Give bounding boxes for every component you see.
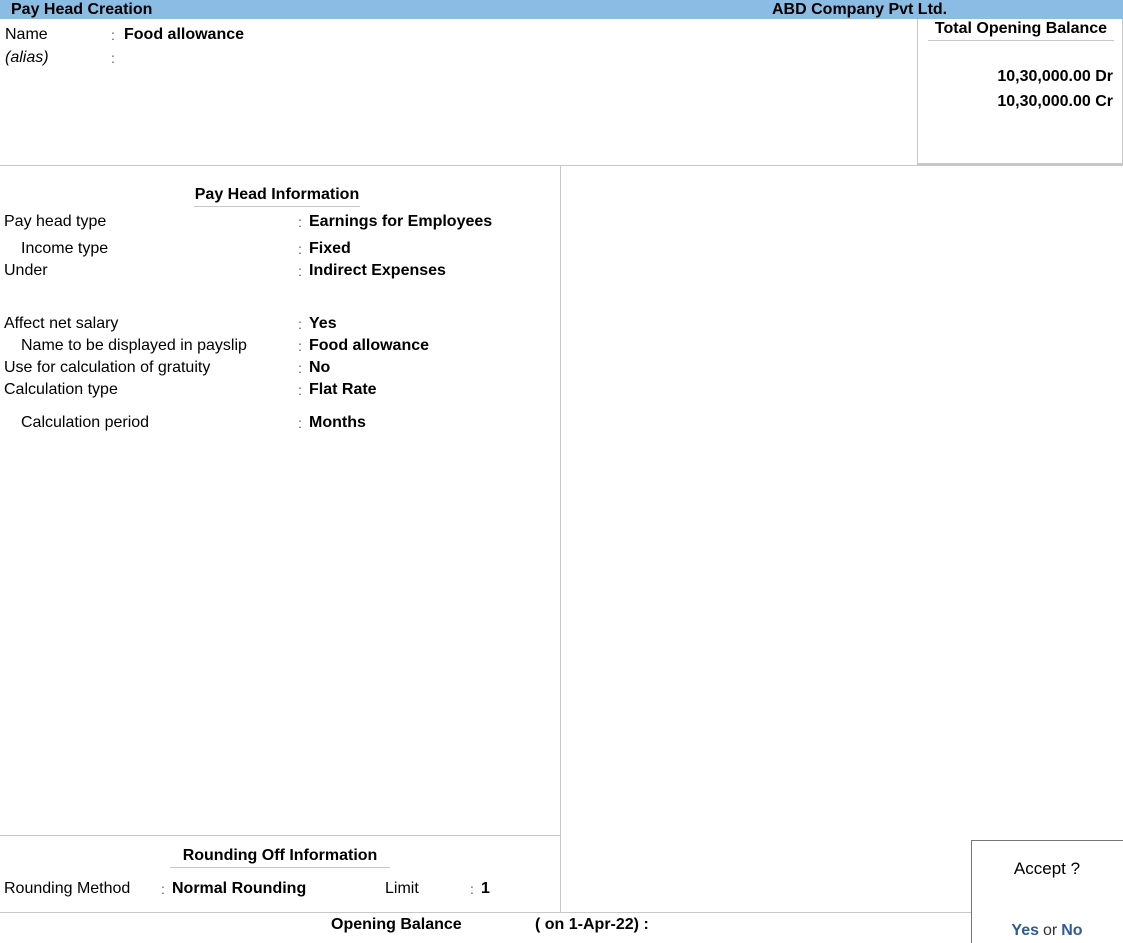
screen-title: Pay Head Creation [11, 1, 153, 18]
income-type-value[interactable]: Fixed [309, 240, 351, 258]
opening-balance-date: ( on 1-Apr-22) : [535, 916, 649, 933]
accept-options: Yes or No [972, 922, 1122, 940]
colon: : [298, 382, 302, 398]
title-bar: Pay Head Creation ABD Company Pvt Ltd. [0, 0, 1123, 19]
total-opening-balance-panel: Total Opening Balance 10,30,000.00 Dr 10… [917, 19, 1123, 165]
alias-input[interactable] [124, 49, 424, 67]
opening-balance-divider [0, 912, 1123, 913]
accept-yes-button[interactable]: Yes [1011, 922, 1039, 939]
calculation-type-value[interactable]: Flat Rate [309, 381, 377, 399]
gratuity-value[interactable]: No [309, 359, 330, 377]
rounding-divider [0, 835, 561, 836]
pay-head-info-pane [0, 166, 561, 913]
income-type-label: Income type [21, 240, 109, 257]
affect-net-salary-value[interactable]: Yes [309, 315, 337, 333]
total-opening-balance-title: Total Opening Balance [928, 20, 1114, 41]
colon: : [298, 360, 302, 376]
rounding-method-label: Rounding Method [4, 880, 131, 897]
rounding-info-heading: Rounding Off Information [170, 847, 390, 868]
colon: : [298, 241, 302, 257]
rounding-limit-label: Limit [385, 880, 419, 897]
colon: : [470, 881, 474, 897]
rounding-limit-value[interactable]: 1 [481, 880, 490, 898]
calculation-type-label: Calculation type [4, 381, 118, 398]
alias-label: (alias) [5, 49, 49, 66]
calculation-period-label: Calculation period [21, 414, 150, 431]
gratuity-label: Use for calculation of gratuity [4, 359, 211, 376]
accept-or-text: or [1043, 922, 1058, 939]
colon: : [298, 316, 302, 332]
accept-question: Accept ? [1013, 859, 1081, 878]
accept-no-button[interactable]: No [1061, 922, 1082, 939]
affect-net-salary-label: Affect net salary [4, 315, 119, 332]
alias-colon: : [111, 50, 115, 66]
colon: : [298, 415, 302, 431]
colon: : [298, 338, 302, 354]
pay-head-type-value[interactable]: Earnings for Employees [309, 213, 492, 231]
colon: : [298, 263, 302, 279]
name-input[interactable]: Food allowance [124, 26, 244, 44]
total-credit-amount: 10,30,000.00 Cr [997, 93, 1113, 110]
opening-balance-input[interactable] [660, 916, 860, 934]
name-colon: : [111, 27, 115, 43]
calculation-period-value[interactable]: Months [309, 414, 366, 432]
pay-head-info-heading: Pay Head Information [194, 186, 360, 207]
pay-head-type-label: Pay head type [4, 213, 107, 230]
under-label: Under [4, 262, 48, 279]
payslip-name-label: Name to be displayed in payslip [21, 337, 247, 354]
under-value[interactable]: Indirect Expenses [309, 262, 446, 280]
colon: : [298, 214, 302, 230]
opening-balance-label: Opening Balance [331, 916, 462, 933]
rounding-method-value[interactable]: Normal Rounding [172, 880, 306, 898]
total-debit-amount: 10,30,000.00 Dr [997, 68, 1113, 85]
name-label: Name [5, 26, 48, 43]
accept-dialog: Accept ? Yes or No [971, 840, 1123, 943]
colon: : [161, 881, 165, 897]
payslip-name-value[interactable]: Food allowance [309, 337, 429, 355]
company-name: ABD Company Pvt Ltd. [772, 1, 948, 18]
